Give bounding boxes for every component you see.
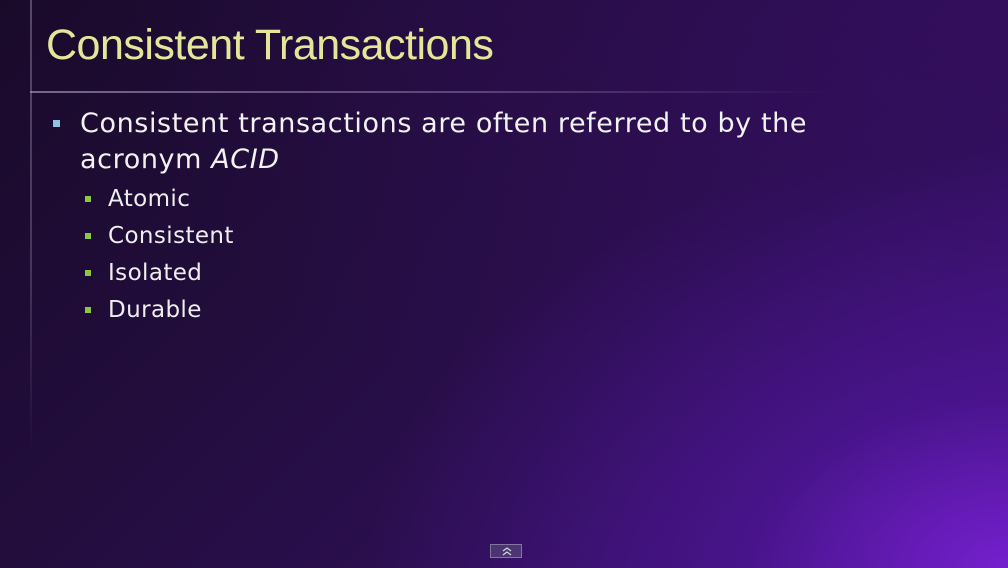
expand-controls-button[interactable] xyxy=(490,544,522,558)
bullet-text-prefix: acronym xyxy=(80,144,212,175)
sub-bullet-item: Atomic xyxy=(52,181,872,218)
slide: Consistent Transactions Consistent trans… xyxy=(0,0,1008,568)
bullet-marker-icon xyxy=(53,120,60,127)
double-chevron-up-icon xyxy=(502,547,512,556)
bullet-text-line-2: acronym ACID xyxy=(80,142,872,178)
sub-bullet-label: Consistent xyxy=(108,223,234,249)
sub-bullet-item: Durable xyxy=(52,292,872,329)
sub-bullet-label: Isolated xyxy=(108,260,203,286)
sub-bullet-item: Consistent xyxy=(52,218,872,255)
sub-bullet-label: Durable xyxy=(108,297,202,323)
sub-bullet-marker-icon xyxy=(85,196,91,202)
sub-bullet-marker-icon xyxy=(85,233,91,239)
title-vertical-rule xyxy=(30,0,32,450)
bullet-item: Consistent transactions are often referr… xyxy=(52,106,872,178)
bullet-list: Consistent transactions are often referr… xyxy=(52,106,872,329)
sub-bullet-list: Atomic Consistent Isolated Durable xyxy=(52,181,872,329)
sub-bullet-item: Isolated xyxy=(52,255,872,292)
title-horizontal-rule xyxy=(30,91,830,93)
sub-bullet-label: Atomic xyxy=(108,186,191,212)
sub-bullet-marker-icon xyxy=(85,307,91,313)
sub-bullet-marker-icon xyxy=(85,270,91,276)
slide-title: Consistent Transactions xyxy=(46,21,494,69)
acronym-emphasis: ACID xyxy=(211,144,280,175)
bullet-text-line-1: Consistent transactions are often referr… xyxy=(80,108,808,139)
